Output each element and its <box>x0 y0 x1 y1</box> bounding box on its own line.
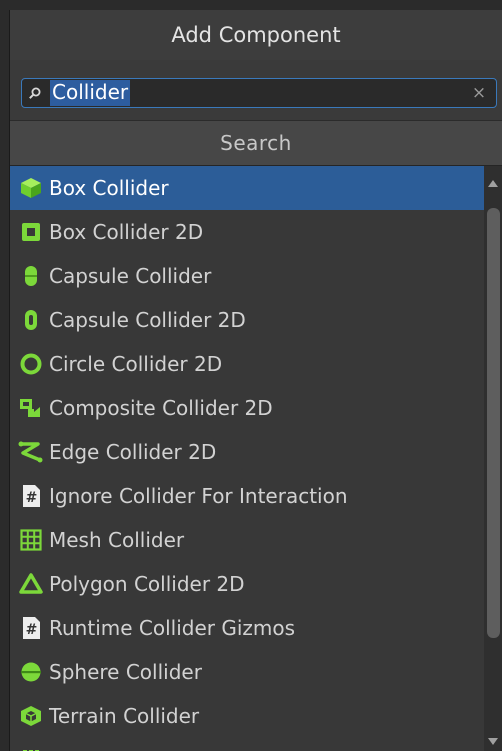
script-icon: # <box>17 482 45 510</box>
list-item-label: Box Collider 2D <box>49 220 204 244</box>
list-item-label: Capsule Collider <box>49 264 212 288</box>
list-item-circle-collider-2d[interactable]: Circle Collider 2D <box>10 342 484 386</box>
svg-text:#: # <box>26 622 38 638</box>
list-item-edge-collider-2d[interactable]: Edge Collider 2D <box>10 430 484 474</box>
list-item-capsule-collider[interactable]: Capsule Collider <box>10 254 484 298</box>
script-icon: # <box>17 614 45 642</box>
list-item-mesh-collider[interactable]: Mesh Collider <box>10 518 484 562</box>
capsule-collider-icon <box>17 262 45 290</box>
list-item-ignore-collider-for-interaction[interactable]: # Ignore Collider For Interaction <box>10 474 484 518</box>
list-item-label: Box Collider <box>49 176 169 200</box>
list-scrollbar[interactable] <box>484 166 502 751</box>
component-list: Box Collider Box Collider 2D Capsule Col… <box>10 166 484 751</box>
list-item-label: Terrain Collider <box>49 704 200 728</box>
list-item-box-collider[interactable]: Box Collider <box>10 166 484 210</box>
partial-item-icon <box>17 746 45 751</box>
edge-collider-2d-icon <box>17 438 45 466</box>
search-input-value[interactable]: Collider <box>50 80 131 106</box>
list-item-box-collider-2d[interactable]: Box Collider 2D <box>10 210 484 254</box>
search-icon <box>28 79 50 107</box>
list-item-label: Polygon Collider 2D <box>49 572 245 596</box>
box-collider-icon <box>17 174 45 202</box>
list-item-label: Ignore Collider For Interaction <box>49 484 348 508</box>
sphere-collider-icon <box>17 658 45 686</box>
search-area: Collider × <box>10 60 502 120</box>
list-item-label: Capsule Collider 2D <box>49 308 246 332</box>
box-collider-2d-icon <box>17 218 45 246</box>
list-item-label: Mesh Collider <box>49 528 185 552</box>
list-item-label: Runtime Collider Gizmos <box>49 616 296 640</box>
search-input[interactable]: Collider × <box>21 78 497 108</box>
section-title: Search <box>220 131 292 155</box>
section-header: Search <box>10 120 502 166</box>
list-item-label: Composite Collider 2D <box>49 396 273 420</box>
list-item-partial[interactable] <box>10 738 484 751</box>
panel-title: Add Component <box>171 23 341 47</box>
svg-text:#: # <box>26 490 38 506</box>
scrollbar-thumb[interactable] <box>487 208 500 638</box>
panel-header: Add Component <box>10 10 502 61</box>
list-item-sphere-collider[interactable]: Sphere Collider <box>10 650 484 694</box>
clear-search-icon[interactable]: × <box>470 83 488 103</box>
list-item-capsule-collider-2d[interactable]: Capsule Collider 2D <box>10 298 484 342</box>
list-item-runtime-collider-gizmos[interactable]: # Runtime Collider Gizmos <box>10 606 484 650</box>
composite-collider-2d-icon <box>17 394 45 422</box>
list-item-label: Sphere Collider <box>49 660 202 684</box>
list-item-terrain-collider[interactable]: Terrain Collider <box>10 694 484 738</box>
scroll-down-icon[interactable] <box>488 738 498 745</box>
mesh-collider-icon <box>17 526 45 554</box>
polygon-collider-2d-icon <box>17 570 45 598</box>
list-item-label: Circle Collider 2D <box>49 352 223 376</box>
circle-collider-2d-icon <box>17 350 45 378</box>
list-item-polygon-collider-2d[interactable]: Polygon Collider 2D <box>10 562 484 606</box>
add-component-panel: Add Component Collider × Search Box Coll… <box>9 10 502 751</box>
terrain-collider-icon <box>17 702 45 730</box>
scroll-up-icon[interactable] <box>488 180 498 187</box>
list-item-label: Edge Collider 2D <box>49 440 217 464</box>
list-item-composite-collider-2d[interactable]: Composite Collider 2D <box>10 386 484 430</box>
capsule-collider-2d-icon <box>17 306 45 334</box>
